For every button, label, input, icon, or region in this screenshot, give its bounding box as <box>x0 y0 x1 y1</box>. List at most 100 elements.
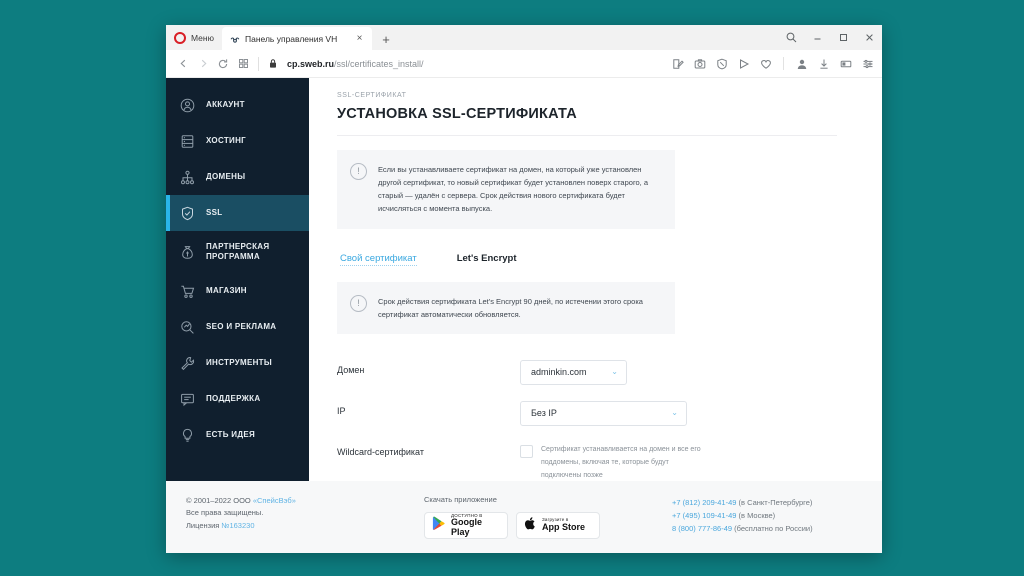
sidebar-item-label: ПАРТНЕРСКАЯ ПРОГРАММА <box>206 242 270 261</box>
footer-apps: Скачать приложение ДОСТУПНО В Google Pla… <box>396 495 672 539</box>
notice-box-validity: ! Срок действия сертификата Let's Encryp… <box>337 281 675 334</box>
sidebar-item-seo[interactable]: SEO И РЕКЛАМА <box>166 309 309 345</box>
ip-select[interactable]: Без IP ⌄ <box>520 400 687 426</box>
forward-button[interactable] <box>193 54 213 74</box>
tab-lets-encrypt[interactable]: Let's Encrypt <box>457 253 517 265</box>
window-controls <box>778 25 882 50</box>
notice-text: Если вы устанавливаете сертификат на дом… <box>378 165 649 214</box>
lightbulb-icon <box>180 428 195 443</box>
sidebar-item-label: МАГАЗИН <box>206 286 247 295</box>
window-close-button[interactable] <box>856 25 882 50</box>
footer-license: Лицензия №163230 <box>186 520 396 532</box>
sidebar-toggle-icon[interactable] <box>839 57 852 70</box>
google-play-badge[interactable]: ДОСТУПНО В Google Play <box>424 512 508 539</box>
url-path: /ssl/certificates_install/ <box>334 58 424 69</box>
wildcard-checkbox[interactable] <box>520 444 533 458</box>
phone-number-link[interactable]: 8 (800) 777-86-49 <box>672 524 732 533</box>
url-bar[interactable]: cp.sweb.ru/ssl/certificates_install/ <box>287 59 671 69</box>
window-minimize-button[interactable] <box>804 25 830 50</box>
phone-line: +7 (495) 109-41-49 (в Москве) <box>672 509 862 522</box>
tab-favicon-icon <box>230 34 240 44</box>
sidebar-item-partner-program[interactable]: ПАРТНЕРСКАЯ ПРОГРАММА <box>166 231 309 273</box>
snapshot-icon[interactable] <box>693 57 706 70</box>
footer-rights: Все права защищены. <box>186 508 264 518</box>
wildcard-help-text: Сертификат устанавливается на домен и вс… <box>541 445 701 479</box>
money-bag-icon <box>180 245 195 260</box>
app-badges: ДОСТУПНО В Google Play Загрузите в App S… <box>424 512 672 539</box>
send-icon[interactable] <box>737 57 750 70</box>
info-icon: ! <box>350 163 367 180</box>
chevron-down-icon: ⌄ <box>611 367 618 377</box>
user-circle-icon <box>180 98 195 113</box>
phone-number-link[interactable]: +7 (812) 209-41-49 <box>672 498 736 507</box>
notes-icon[interactable] <box>671 57 684 70</box>
certificate-type-tabs: Свой сертификат Let's Encrypt <box>340 253 882 266</box>
sidebar-item-label: SSL <box>206 208 223 217</box>
sidebar-item-ssl[interactable]: SSL <box>166 195 309 231</box>
domain-select[interactable]: adminkin.com ⌄ <box>520 359 627 385</box>
sidebar-item-tools[interactable]: ИНСТРУМЕНТЫ <box>166 345 309 381</box>
toolbar-divider <box>783 57 784 70</box>
company-link[interactable]: «СпейсВэб» <box>253 496 296 505</box>
phone-number-link[interactable]: +7 (495) 109-41-49 <box>672 511 736 520</box>
phone-note: (в Санкт-Петербурге) <box>738 498 813 507</box>
opera-menu-button[interactable]: Меню <box>172 25 222 50</box>
reload-button[interactable] <box>213 54 233 74</box>
sidebar-item-support[interactable]: ПОДДЕРЖКА <box>166 381 309 417</box>
main-sidebar: АККАУНТ ХОСТИНГ ДОМЕНЫ SSL ПАРТНЕРСКАЯ П… <box>166 78 309 481</box>
new-tab-button[interactable]: + <box>376 28 396 50</box>
tab-own-certificate[interactable]: Свой сертификат <box>340 253 417 266</box>
certificate-form: Домен adminkin.com ⌄ IP Без IP ⌄ Wildcar… <box>337 359 882 481</box>
cart-icon <box>180 284 195 299</box>
tab-strip: Меню Панель управления VH × + <box>166 25 882 50</box>
address-bar: cp.sweb.ru/ssl/certificates_install/ <box>166 50 882 78</box>
copyright-text: © 2001–2022 ООО <box>186 496 253 505</box>
breadcrumb: SSL-СЕРТИФИКАТ <box>337 92 407 99</box>
chat-icon <box>180 392 195 407</box>
opera-menu-label: Меню <box>191 32 214 43</box>
lock-icon <box>266 58 280 69</box>
easy-setup-icon[interactable] <box>861 57 874 70</box>
app-store-badge[interactable]: Загрузите в App Store <box>516 512 600 539</box>
app-store-text: Загрузите в App Store <box>542 518 585 532</box>
google-play-icon <box>432 516 446 536</box>
tab-close-icon[interactable]: × <box>353 32 366 45</box>
phone-line: +7 (812) 209-41-49 (в Санкт-Петербурге) <box>672 496 862 509</box>
heart-icon[interactable] <box>759 57 772 70</box>
sidebar-item-label: ЕСТЬ ИДЕЯ <box>206 430 256 439</box>
tab-title: Панель управления VH <box>244 33 338 44</box>
footer-copyright: © 2001–2022 ООО «СпейсВэб» <box>186 495 396 507</box>
window-search-icon[interactable] <box>778 25 804 50</box>
footer-contacts: +7 (812) 209-41-49 (в Санкт-Петербурге) … <box>672 495 862 535</box>
sidebar-item-domains[interactable]: ДОМЕНЫ <box>166 159 309 195</box>
form-row-wildcard: Wildcard-сертификат Сертификат устанавли… <box>337 442 882 481</box>
page-title: УСТАНОВКА SSL-СЕРТИФИКАТА <box>337 106 577 122</box>
page-viewport: АККАУНТ ХОСТИНГ ДОМЕНЫ SSL ПАРТНЕРСКАЯ П… <box>166 78 882 553</box>
download-icon[interactable] <box>817 57 830 70</box>
form-row-domain: Домен adminkin.com ⌄ <box>337 359 882 385</box>
sidebar-item-shop[interactable]: МАГАЗИН <box>166 273 309 309</box>
back-button[interactable] <box>173 54 193 74</box>
seo-target-icon <box>180 320 195 335</box>
app-store-big: App Store <box>542 522 586 533</box>
sidebar-item-account[interactable]: АККАУНТ <box>166 87 309 123</box>
sidebar-item-label: ПОДДЕРЖКА <box>206 394 261 403</box>
speed-dial-icon[interactable] <box>233 54 253 74</box>
title-divider <box>337 135 837 136</box>
ip-select-value: Без IP <box>531 408 557 419</box>
phone-line: 8 (800) 777-86-49 (бесплатно по России) <box>672 522 862 535</box>
browser-tab-active[interactable]: Панель управления VH × <box>221 27 372 50</box>
sidebar-item-label: ХОСТИНГ <box>206 136 246 145</box>
license-number-link[interactable]: №163230 <box>221 521 254 530</box>
sidebar-item-hosting[interactable]: ХОСТИНГ <box>166 123 309 159</box>
footer-legal: © 2001–2022 ООО «СпейсВэб» Все права защ… <box>186 495 396 532</box>
wildcard-checkbox-group[interactable]: Сертификат устанавливается на домен и вс… <box>520 442 701 481</box>
profile-avatar-icon[interactable] <box>795 57 808 70</box>
google-play-text: ДОСТУПНО В Google Play <box>451 513 500 538</box>
ad-blocker-icon[interactable] <box>715 57 728 70</box>
form-row-ip: IP Без IP ⌄ <box>337 400 882 426</box>
sidebar-item-idea[interactable]: ЕСТЬ ИДЕЯ <box>166 417 309 453</box>
window-maximize-button[interactable] <box>830 25 856 50</box>
sidebar-item-label: ИНСТРУМЕНТЫ <box>206 358 272 367</box>
phone-note: (бесплатно по России) <box>734 524 813 534</box>
